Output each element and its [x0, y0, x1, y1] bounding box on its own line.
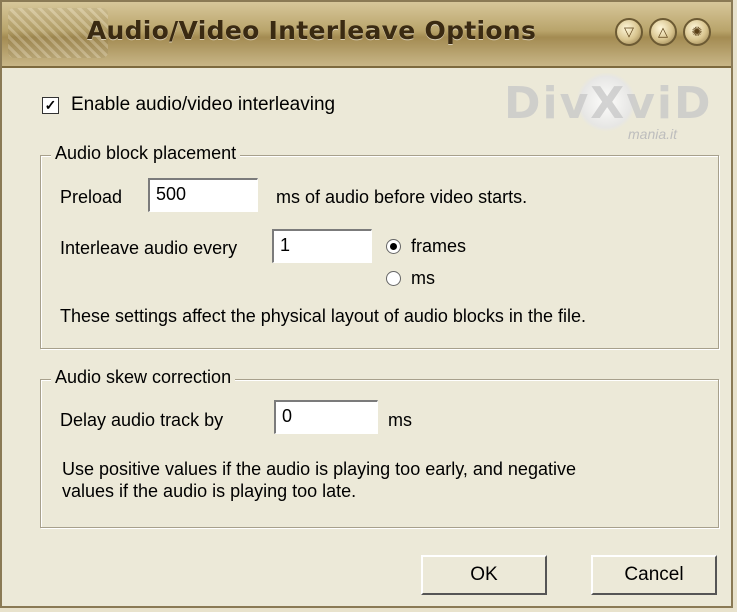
unit-frames-label: frames — [411, 236, 467, 256]
audio-block-note: These settings affect the physical layou… — [60, 306, 586, 326]
checkbox-check-icon[interactable]: ✓ — [42, 96, 59, 114]
spiral-close-icon[interactable]: ✺ — [683, 18, 711, 46]
unit-ms-radio[interactable]: ms — [386, 268, 435, 289]
delay-input[interactable]: 0 — [274, 400, 378, 434]
audio-block-legend: Audio block placement — [51, 143, 241, 164]
watermark-logo: DivXviD mania.it — [498, 72, 737, 162]
delay-suffix: ms — [388, 410, 412, 430]
radio-unselected-icon[interactable] — [386, 271, 401, 286]
title-bar[interactable]: Audio/Video Interleave Options ▽ △ ✺ — [2, 2, 731, 68]
watermark-x-icon — [576, 72, 636, 132]
preload-input[interactable]: 500 — [148, 178, 258, 212]
radio-selected-icon[interactable] — [386, 239, 401, 254]
interleave-label: Interleave audio every — [60, 238, 238, 258]
cancel-button[interactable]: Cancel — [591, 555, 717, 595]
audio-skew-legend: Audio skew correction — [51, 367, 236, 388]
interleave-dialog: Audio/Video Interleave Options ▽ △ ✺ Div… — [0, 0, 733, 608]
preload-suffix: ms of audio before video starts. — [276, 187, 528, 207]
enable-interleave-checkbox[interactable]: ✓ Enable audio/video interleaving — [42, 94, 335, 116]
triangle-help-icon[interactable]: ▽ — [615, 18, 643, 46]
enable-interleave-label: Enable audio/video interleaving — [71, 94, 336, 115]
audio-skew-group: Audio skew correction — [40, 367, 719, 528]
skew-note-line2: values if the audio is playing too late. — [62, 481, 357, 501]
delay-label: Delay audio track by — [60, 410, 224, 430]
triangle-up-icon[interactable]: △ — [649, 18, 677, 46]
watermark-subtext: mania.it — [628, 126, 678, 142]
skew-note-line1: Use positive values if the audio is play… — [62, 459, 576, 479]
watermark-text: DivXviD — [504, 78, 713, 129]
preload-label: Preload — [60, 187, 123, 207]
ok-button[interactable]: OK — [421, 555, 547, 595]
interleave-input[interactable]: 1 — [272, 229, 372, 263]
unit-ms-label: ms — [411, 268, 435, 288]
unit-frames-radio[interactable]: frames — [386, 236, 466, 257]
